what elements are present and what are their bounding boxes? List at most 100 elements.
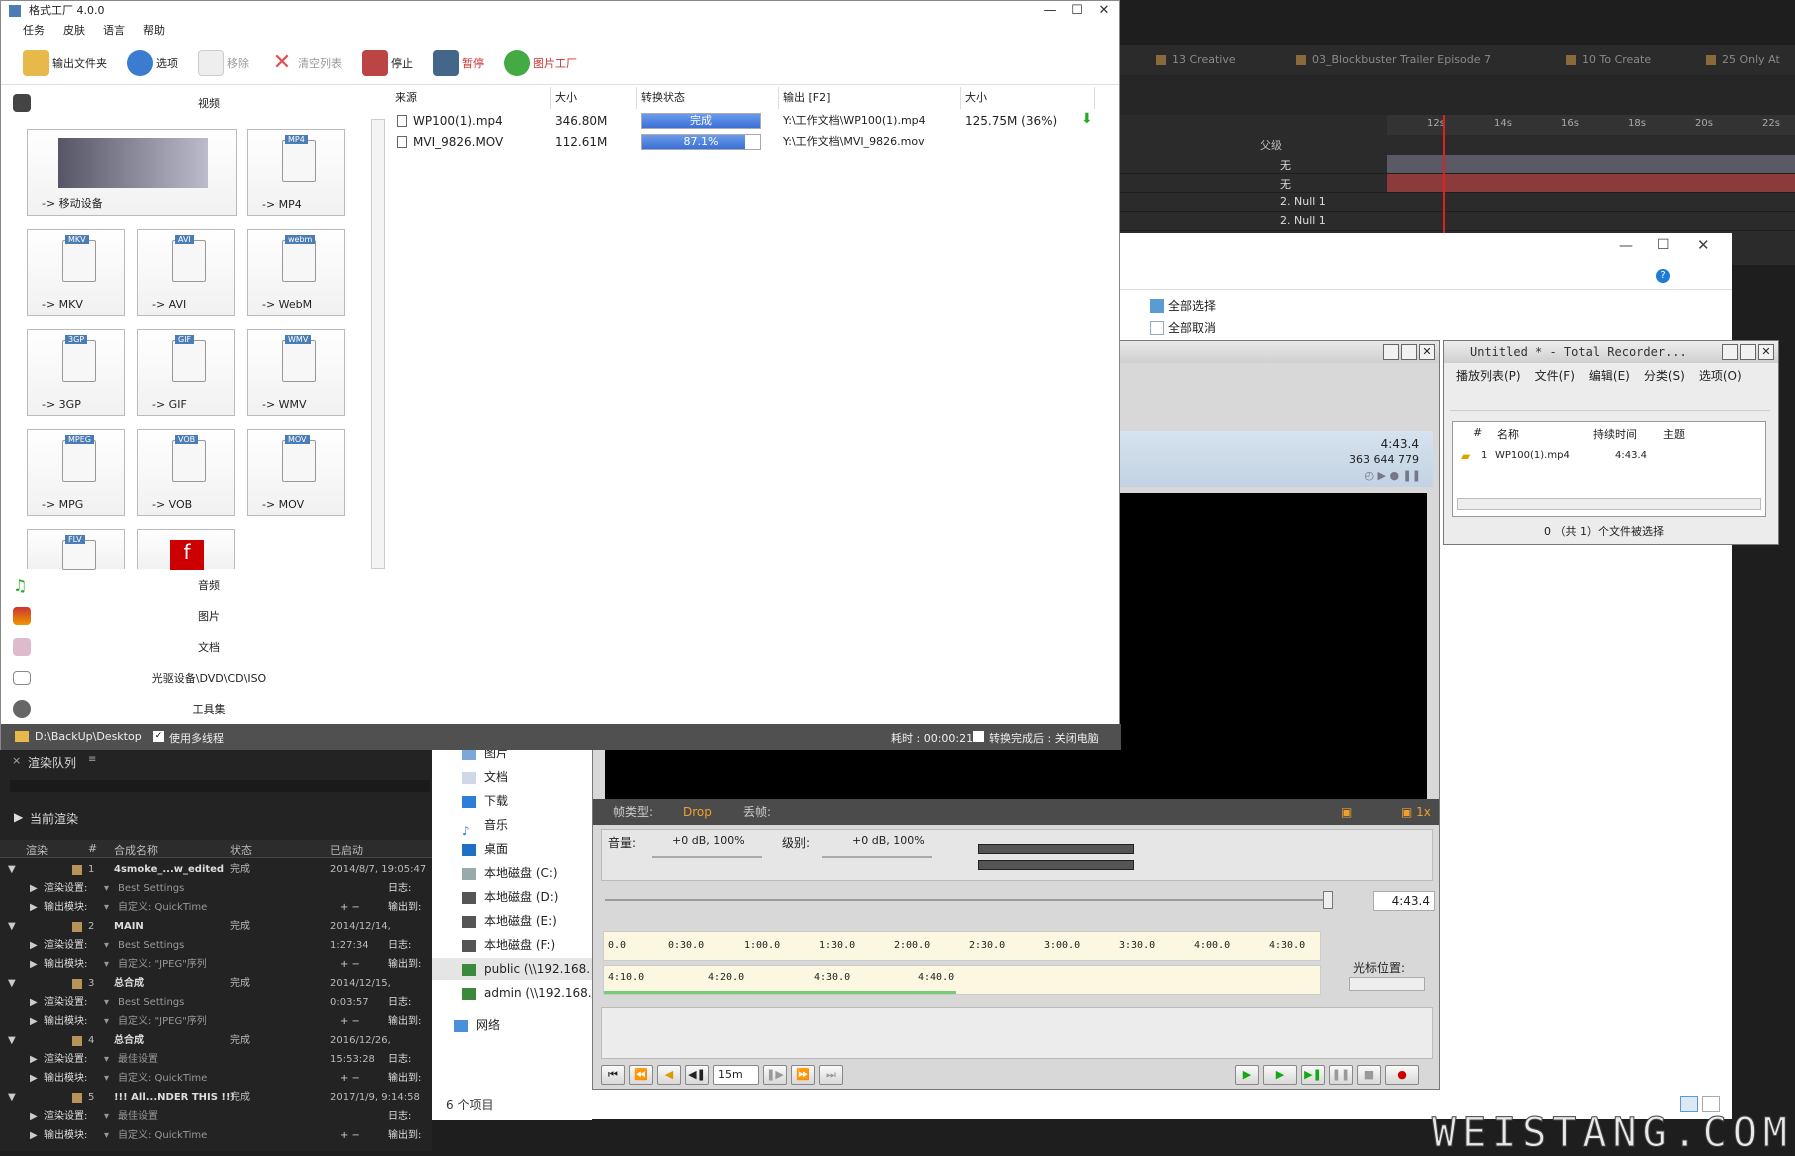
select-all-button[interactable]: 全部选择: [1150, 297, 1216, 314]
col-outsize[interactable]: 大小: [961, 87, 1095, 109]
step-back-icon[interactable]: ◀❚: [685, 1065, 709, 1085]
nav-item-downloads[interactable]: 下载: [462, 790, 508, 812]
close-icon[interactable]: ×: [12, 754, 21, 767]
minimize-icon[interactable]: [1722, 344, 1738, 360]
menu-task[interactable]: 任务: [23, 21, 45, 41]
tile-gif[interactable]: GIF -> GIF: [137, 329, 235, 416]
position-field[interactable]: 4:43.4: [1373, 891, 1435, 911]
menu-options[interactable]: 选项(O): [1699, 367, 1742, 384]
timeline-ruler[interactable]: 0.0 0:30.0 1:00.0 1:30.0 2:00.0 2:30.0 3…: [603, 931, 1321, 961]
tile-vob[interactable]: VOB -> VOB: [137, 429, 235, 516]
tr2-toolbar[interactable]: [1450, 389, 1770, 411]
nav-item-public[interactable]: public (\\192.168.: [432, 958, 592, 980]
menu-language[interactable]: 语言: [103, 21, 125, 41]
ae-layer-row[interactable]: 无: [1120, 155, 1795, 174]
nav-item-desktop[interactable]: 桌面: [462, 838, 508, 860]
render-settings-row[interactable]: ▶ 渲染设置: ▾ Best Settings 日志:: [0, 993, 432, 1012]
mute-icon[interactable]: ◀: [657, 1065, 681, 1085]
tile-swf[interactable]: f: [137, 529, 235, 570]
ae-comp-tab[interactable]: 13 Creative: [1150, 45, 1236, 75]
menu-file[interactable]: 文件(F): [1535, 367, 1575, 384]
stop-icon[interactable]: ■: [1357, 1065, 1381, 1085]
render-settings-row[interactable]: ▶ 渲染设置: ▾ 最佳设置 日志:: [0, 1050, 432, 1069]
col-size[interactable]: 大小: [551, 87, 637, 109]
output-module-row[interactable]: ▶ 输出模块: ▾ 自定义: QuickTime + − 输出到:: [0, 1126, 432, 1145]
col-status[interactable]: 转换状态: [637, 87, 779, 109]
clear-list-button[interactable]: ✕ 清空列表: [261, 50, 350, 76]
maximize-icon[interactable]: ☐: [1657, 237, 1670, 253]
table-row[interactable]: WP100(1).mp4 346.80M 完成 Y:\工作文档\WP100(1)…: [391, 111, 1095, 131]
minimize-icon[interactable]: —: [1036, 1, 1064, 21]
play-to-end-icon[interactable]: ▶❚: [1301, 1065, 1325, 1085]
rq-item[interactable]: ▼ 2 MAIN 完成 2014/12/14, 1:27:34: [0, 917, 432, 951]
level-slider[interactable]: [822, 856, 932, 858]
menu-help[interactable]: 帮助: [143, 21, 165, 41]
output-module-row[interactable]: ▶ 输出模块: ▾ 自定义: QuickTime + − 输出到:: [0, 898, 432, 917]
picture-factory-button[interactable]: 图片工厂: [496, 49, 585, 76]
list-item[interactable]: ▰ 1 WP100(1).mp4 4:43.4: [1453, 448, 1765, 466]
expand-icon[interactable]: ▶: [14, 810, 23, 824]
category-tools[interactable]: 工具集: [5, 693, 389, 724]
seek-thumb[interactable]: [1323, 891, 1333, 909]
render-settings-row[interactable]: ▶ 渲染设置: ▾ Best Settings 日志:: [0, 879, 432, 898]
output-module-row[interactable]: ▶ 输出模块: ▾ 自定义: QuickTime + − 输出到:: [0, 1069, 432, 1088]
step-forward-icon[interactable]: ❚▶: [763, 1065, 787, 1085]
close-icon[interactable]: ✕: [1090, 1, 1118, 21]
horizontal-scrollbar[interactable]: [1457, 498, 1761, 510]
ae-time-ruler[interactable]: 12s 14s 16s 18s 20s 22s: [1387, 115, 1795, 135]
output-module-row[interactable]: ▶ 输出模块: ▾ 自定义: "JPEG"序列 + − 输出到:: [0, 955, 432, 974]
col-source[interactable]: 来源: [391, 87, 551, 109]
shutdown-checkbox[interactable]: [973, 731, 984, 742]
category-optical[interactable]: 光驱设备\DVD\CD\ISO: [5, 662, 389, 693]
remove-button[interactable]: 移除: [190, 49, 257, 76]
forward-icon[interactable]: ⏩: [791, 1065, 815, 1085]
nav-item-music[interactable]: ♪ 音乐: [462, 814, 508, 838]
nav-item-drive-f[interactable]: 本地磁盘 (F:): [462, 934, 555, 956]
close-icon[interactable]: ✕: [1419, 344, 1435, 360]
help-icon[interactable]: ?: [1656, 269, 1670, 283]
fullscreen-icon[interactable]: ▣ 1x: [1401, 799, 1431, 825]
maximize-icon[interactable]: [1740, 344, 1756, 360]
menu-category[interactable]: 分类(S): [1644, 367, 1685, 384]
cursor-position-field[interactable]: [1349, 977, 1425, 991]
rq-item[interactable]: ▼ 1 4smoke_...w_edited 完成 2014/8/7, 19:0…: [0, 860, 432, 879]
volume-slider[interactable]: [652, 856, 762, 858]
tile-mp4[interactable]: MP4 -> MP4: [247, 129, 345, 216]
tile-mkv[interactable]: MKV -> MKV: [27, 229, 125, 316]
ae-comp-tab[interactable]: 03_Blockbuster Trailer Episode 7: [1290, 45, 1491, 75]
record-icon[interactable]: ●: [1385, 1065, 1419, 1085]
vertical-scrollbar[interactable]: [371, 119, 385, 569]
rewind-icon[interactable]: ⏪: [629, 1065, 653, 1085]
output-module-row[interactable]: ▶ 输出模块: ▾ 自定义: "JPEG"序列 + − 输出到:: [0, 1012, 432, 1031]
nav-item-drive-d[interactable]: 本地磁盘 (D:): [462, 886, 558, 908]
nav-item-admin[interactable]: admin (\\192.168.: [462, 982, 592, 1004]
close-icon[interactable]: ✕: [1758, 344, 1774, 360]
minimize-icon[interactable]: —: [1619, 238, 1633, 254]
tr-mini-controls[interactable]: ◴ ▶ ● ❚❚: [1364, 469, 1421, 482]
menu-playlist[interactable]: 播放列表(P): [1456, 367, 1521, 384]
ae-layer-row[interactable]: 2. Null 1: [1120, 193, 1795, 212]
menu-edit[interactable]: 编辑(E): [1589, 367, 1630, 384]
zoom-select[interactable]: 15m: [713, 1065, 759, 1085]
nav-item-drive-c[interactable]: 本地磁盘 (C:): [462, 862, 558, 884]
zoom-ruler[interactable]: 4:10.0 4:20.0 4:30.0 4:40.0: [603, 965, 1321, 995]
rq-item[interactable]: ▼ 5 !!! All...NDER THIS !!! 完成 2017/1/9,…: [0, 1088, 432, 1107]
seek-slider[interactable]: [605, 899, 1323, 901]
edit-toolbar[interactable]: [601, 1007, 1433, 1059]
close-icon[interactable]: ✕: [1697, 236, 1710, 254]
pause-button[interactable]: 暂停: [425, 49, 492, 76]
ae-comp-tab[interactable]: 25 Only At Vid: [1700, 45, 1795, 96]
table-row[interactable]: MVI_9826.MOV 112.61M 87.1% Y:\工作文档\MVI_9…: [391, 132, 1095, 152]
category-document[interactable]: 文档: [5, 631, 389, 662]
first-icon[interactable]: ⏮: [601, 1065, 625, 1085]
ae-layer-row[interactable]: 2. Null 1: [1120, 212, 1795, 231]
rq-item[interactable]: ▼ 4 总合成 完成 2016/12/26, 15:53:28: [0, 1031, 432, 1065]
category-video[interactable]: 视频: [5, 87, 389, 118]
ae-layer-row[interactable]: 无: [1120, 174, 1795, 193]
deselect-all-button[interactable]: 全部取消: [1150, 319, 1216, 336]
play-icon[interactable]: ▶: [1263, 1065, 1297, 1085]
last-icon[interactable]: ⏭: [819, 1065, 843, 1085]
category-audio[interactable]: ♫ 音频: [5, 569, 389, 600]
rq-item[interactable]: ▼ 3 总合成 完成 2014/12/15, 0:03:57: [0, 974, 432, 1008]
play-selection-icon[interactable]: ▶: [1235, 1065, 1259, 1085]
